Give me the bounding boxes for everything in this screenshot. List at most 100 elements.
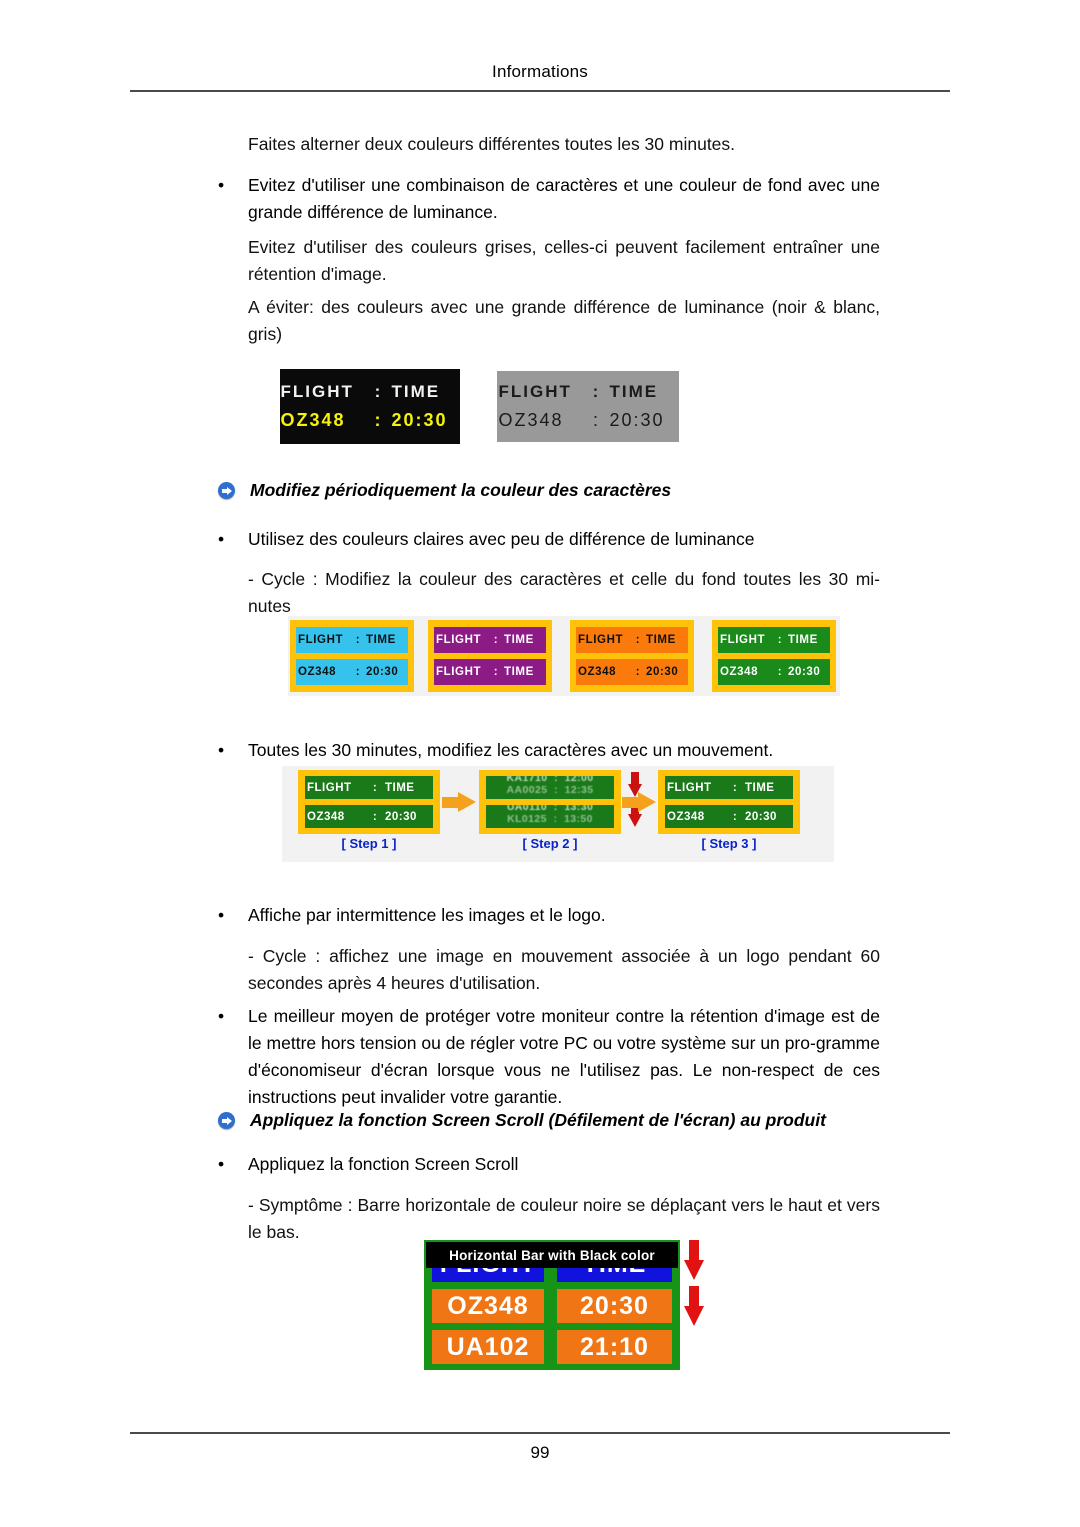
step3-line1-sep: : — [732, 781, 738, 794]
green-line1-b: TIME — [788, 634, 818, 646]
step3-line1-b: TIME — [745, 781, 775, 794]
gray-board-flight-label: FLIGHT — [498, 382, 572, 401]
step3-board: FLIGHT : TIME OZ348 : 20:30 — [658, 770, 800, 834]
right-arrow-icon-2 — [622, 792, 656, 812]
step1-line1: FLIGHT : TIME — [305, 776, 433, 799]
figure-color-cycle-boards: FLIGHT : TIME OZ348 : 20:30 FLIGHT : TIM… — [288, 616, 840, 696]
orange-line1-a: FLIGHT — [578, 634, 624, 646]
bullet-dot: • — [218, 905, 225, 925]
paragraph-cycle-logo: - Cycle : affichez une image en mouvemen… — [248, 946, 880, 993]
down-arrow-icon-4 — [684, 1286, 704, 1326]
step2-line1: KA1710 : 12:00 AA0025 : 12:35 — [486, 776, 614, 799]
bullet-text: Toutes les 30 minutes, modifiez les cara… — [248, 740, 774, 760]
black-board-line2: OZ348 : 20:30 — [281, 410, 460, 431]
gray-board-line1: FLIGHT : TIME — [499, 382, 678, 402]
blue-arrow-bullet-icon — [218, 482, 235, 499]
step1-line2-b: 20:30 — [385, 810, 417, 823]
black-board-flight-code: OZ348 — [280, 410, 346, 430]
page-number: 99 — [530, 1443, 550, 1462]
bullet-dot: • — [218, 1006, 225, 1026]
page-header-title: Informations — [492, 62, 588, 81]
step3-line1: FLIGHT : TIME — [665, 776, 793, 799]
orange-line2-b: 20:30 — [646, 666, 679, 678]
orange-line1-b: TIME — [646, 634, 676, 646]
section-heading-text: Appliquez la fonction Screen Scroll (Déf… — [250, 1110, 826, 1130]
step2-blur-line2-bottom: KL0125 : 13:50 — [507, 813, 593, 825]
section-heading-change-char-color: Modifiez périodiquement la couleur des c… — [218, 480, 898, 508]
step2-blur-line2-top: UA0110 : 13:30 — [506, 805, 594, 813]
orange-line1-sep: : — [635, 634, 641, 646]
bullet-item-move-characters: • Toutes les 30 minutes, modifiez les ca… — [218, 737, 880, 764]
bullet-text: Appliquez la fonction Screen Scroll — [248, 1154, 519, 1174]
purple-line2-a: FLIGHT — [436, 666, 482, 678]
black-board-time-value: 20:30 — [391, 410, 448, 430]
board-cell-2110: 21:10 — [557, 1330, 672, 1364]
green-line1-a: FLIGHT — [720, 634, 766, 646]
down-arrow-icon-3 — [684, 1240, 704, 1280]
figure-horizontal-bar-board: FLIGHT TIME OZ348 20:30 UA102 21:10 Hori… — [424, 1240, 680, 1370]
orange-line2-a: OZ348 — [578, 666, 617, 678]
footer-divider — [130, 1432, 950, 1434]
cyan-panel-line2: OZ348 : 20:30 — [296, 659, 408, 685]
step2-line2: UA0110 : 13:30 KL0125 : 13:50 — [486, 805, 614, 828]
cyan-line1-sep: : — [355, 634, 361, 646]
gray-board-line2: OZ348 : 20:30 — [499, 410, 678, 431]
black-board-sep2: : — [374, 410, 383, 430]
color-cycle-panel-purple: FLIGHT : TIME FLIGHT : TIME — [428, 620, 552, 692]
step3-label: [ Step 3 ] — [701, 836, 757, 851]
paragraph-to-avoid: A éviter: des couleurs avec une grande d… — [248, 297, 880, 344]
section-heading-screen-scroll: Appliquez la fonction Screen Scroll (Déf… — [218, 1110, 898, 1138]
orange-panel-line2: OZ348 : 20:30 — [576, 659, 688, 685]
step3-line1-a: FLIGHT — [667, 781, 712, 794]
step1-line1-b: TIME — [385, 781, 415, 794]
green-panel-line2: OZ348 : 20:30 — [718, 659, 830, 685]
cyan-line2-b: 20:30 — [366, 666, 399, 678]
bullet-dot: • — [218, 1154, 225, 1174]
step1-line2-a: OZ348 — [307, 810, 345, 823]
intro-paragraph: Faites alterner deux couleurs différente… — [248, 134, 736, 154]
step1-board: FLIGHT : TIME OZ348 : 20:30 — [298, 770, 440, 834]
step2-board: KA1710 : 12:00 AA0025 : 12:35 UA0110 : 1… — [479, 770, 621, 834]
step3-line2-a: OZ348 — [667, 810, 705, 823]
black-flight-board: FLIGHT : TIME OZ348 : 20:30 — [280, 369, 460, 444]
black-board-time-label: TIME — [391, 382, 441, 401]
purple-line2-sep: : — [493, 666, 499, 678]
cyan-line2-a: OZ348 — [298, 666, 337, 678]
horizontal-black-bar-caption: Horizontal Bar with Black color — [426, 1242, 678, 1268]
color-cycle-panel-green: FLIGHT : TIME OZ348 : 20:30 — [712, 620, 836, 692]
section-heading-text: Modifiez périodiquement la couleur des c… — [250, 480, 672, 500]
gray-board-time-value: 20:30 — [609, 410, 665, 430]
gray-flight-board: FLIGHT : TIME OZ348 : 20:30 — [497, 371, 679, 442]
blue-arrow-bullet-icon — [218, 1112, 235, 1129]
color-cycle-panel-cyan: FLIGHT : TIME OZ348 : 20:30 — [290, 620, 414, 692]
bullet-text: Utilisez des couleurs claires avec peu d… — [248, 529, 755, 549]
bullet-dot: • — [218, 740, 225, 760]
bullet-text: Le meilleur moyen de protéger votre moni… — [248, 1006, 880, 1107]
purple-line1-b: TIME — [504, 634, 534, 646]
step1-line1-sep: : — [372, 781, 378, 794]
paragraph-cycle-30-minutes: - Cycle : Modifiez la couleur des caract… — [248, 569, 880, 616]
header-divider — [130, 90, 950, 92]
bullet-item-intermittent-display: • Affiche par intermittence les images e… — [218, 902, 880, 929]
step3-line2-sep: : — [732, 810, 738, 823]
bullet-item-avoid-contrast: • Evitez d'utiliser une combinaison de c… — [218, 172, 880, 226]
document-page: Informations Faites alterner deux couleu… — [0, 0, 1080, 1527]
step1-label: [ Step 1 ] — [341, 836, 397, 851]
board-cell-2030: 20:30 — [557, 1289, 672, 1323]
gray-board-time-label: TIME — [609, 382, 659, 401]
step1-line1-a: FLIGHT — [307, 781, 352, 794]
step2-label: [ Step 2 ] — [522, 836, 578, 851]
purple-line2-b: TIME — [504, 666, 534, 678]
right-arrow-icon-1 — [442, 792, 476, 812]
step3-line2: OZ348 : 20:30 — [665, 805, 793, 828]
step1-line2: OZ348 : 20:30 — [305, 805, 433, 828]
bullet-item-light-colors: • Utilisez des couleurs claires avec peu… — [218, 526, 880, 553]
step2-blur-line1-top: KA1710 : 12:00 — [506, 776, 594, 784]
cyan-line2-sep: : — [355, 666, 361, 678]
purple-panel-line1: FLIGHT : TIME — [434, 627, 546, 653]
step3-line2-b: 20:30 — [745, 810, 777, 823]
cyan-line1-a: FLIGHT — [298, 634, 344, 646]
green-panel-line1: FLIGHT : TIME — [718, 627, 830, 653]
bullet-dot: • — [218, 529, 225, 549]
bullet-text: Evitez d'utiliser une combinaison de car… — [248, 175, 880, 222]
